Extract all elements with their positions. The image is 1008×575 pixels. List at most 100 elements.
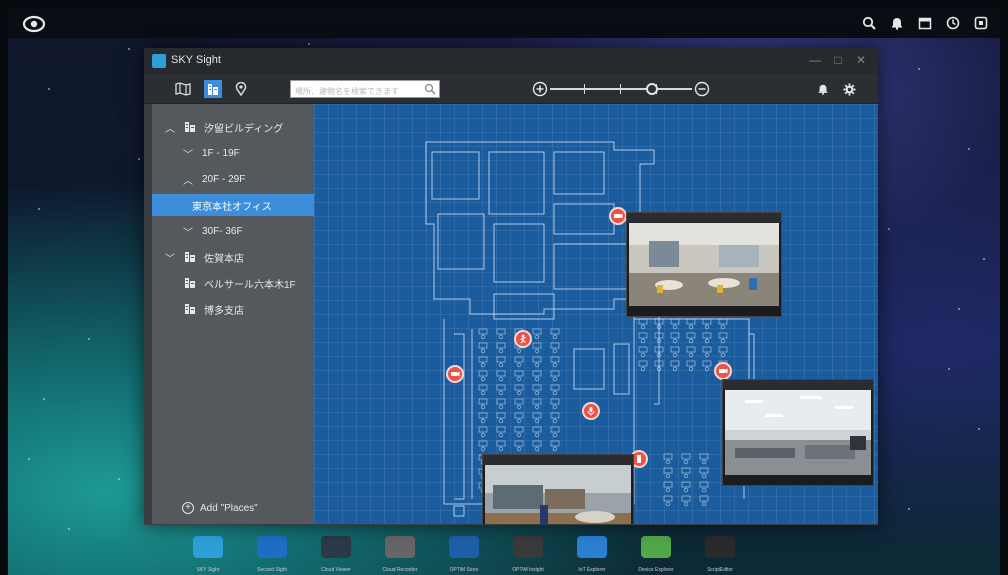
calendar-icon[interactable] <box>914 12 936 34</box>
camera-feed-image <box>629 223 779 306</box>
dock-app-icon <box>385 536 415 558</box>
tree-item[interactable]: ﹀ 30F- 36F <box>152 220 314 242</box>
chevron-up-icon[interactable]: ︿ <box>182 172 194 187</box>
dock-item[interactable]: Cloud Recorder <box>370 536 430 573</box>
add-places-button[interactable]: + Add "Places" <box>182 502 258 514</box>
search-icon[interactable] <box>424 83 436 95</box>
camera-feed-window[interactable] <box>722 379 874 486</box>
dock-item-label: IoT Explorer <box>578 567 606 573</box>
map-view-icon[interactable] <box>174 80 192 98</box>
tree-item-label: ベルサール六本木1F <box>204 279 296 291</box>
person-pin-icon[interactable] <box>514 330 532 348</box>
dock-item-label: SKY Sight <box>196 567 220 573</box>
building-view-icon[interactable] <box>204 80 222 98</box>
dock-app-icon <box>577 536 607 558</box>
tree-item-label: 汐留ビルディング <box>204 123 284 135</box>
dock-app-icon <box>513 536 543 558</box>
cloud-logo-icon[interactable] <box>22 13 46 33</box>
chevron-up-icon[interactable]: ︿ <box>164 120 176 135</box>
window-titlebar[interactable]: SKY Sight — □ ✕ <box>144 48 878 74</box>
star <box>28 458 30 460</box>
tree-item[interactable]: 博多支店 <box>152 298 314 320</box>
star <box>948 368 950 370</box>
sky-sight-window: SKY Sight — □ ✕ 場所、建物名を検索できます ︿ 汐留ビルディング… <box>144 48 878 525</box>
dock-app-icon <box>321 536 351 558</box>
dock-item-label: Second Sight <box>257 567 287 573</box>
camera-feed-controls[interactable] <box>723 475 873 485</box>
zoom-control <box>532 80 712 98</box>
microphone-pin-icon[interactable] <box>582 402 600 420</box>
dock-item-label: OPTiM Store <box>449 567 479 573</box>
close-icon[interactable]: ✕ <box>854 53 868 67</box>
tree-item[interactable]: ︿ 汐留ビルディング <box>152 116 314 138</box>
search-icon[interactable] <box>858 12 880 34</box>
dock-item[interactable]: Second Sight <box>242 536 302 573</box>
zoom-tick <box>620 84 621 94</box>
dock-item-label: Cloud Recorder <box>382 567 418 573</box>
chevron-down-icon[interactable]: ﹀ <box>182 146 194 161</box>
star <box>48 88 50 90</box>
place-search-input[interactable] <box>291 83 419 100</box>
dock-item-label: ScriptEditor <box>707 567 733 573</box>
camera-pin-icon[interactable] <box>714 362 732 380</box>
camera-feed-header <box>627 213 781 223</box>
dock-item[interactable]: Cloud Viewer <box>306 536 366 573</box>
building-icon <box>185 278 195 288</box>
dock-item-label: Device Explorer <box>638 567 674 573</box>
chevron-down-icon[interactable]: ﹀ <box>164 250 176 265</box>
dock-item[interactable]: OPTiM Insight <box>498 536 558 573</box>
tree-item[interactable]: ベルサール六本木1F <box>152 272 314 294</box>
star <box>918 68 920 70</box>
camera-pin-icon[interactable] <box>609 207 627 225</box>
clock-icon[interactable] <box>942 12 964 34</box>
camera-feed-image <box>485 465 631 524</box>
dock-app-icon <box>705 536 735 558</box>
dock-item[interactable]: ScriptEditor <box>690 536 750 573</box>
star <box>88 338 90 340</box>
floor-map[interactable] <box>314 104 878 524</box>
window-title: SKY Sight <box>171 54 221 66</box>
star <box>68 528 70 530</box>
star <box>128 48 130 50</box>
tree-item[interactable]: ︿ 20F - 29F <box>152 168 314 190</box>
star <box>908 508 910 510</box>
dock-item[interactable]: SKY Sight <box>178 536 238 573</box>
dock-item[interactable]: Device Explorer <box>626 536 686 573</box>
zoom-out-icon[interactable] <box>694 81 710 97</box>
building-icon <box>185 122 195 132</box>
sky-sight-app-icon <box>152 54 166 68</box>
building-icon <box>185 304 195 314</box>
star <box>138 158 140 160</box>
tree-item[interactable]: ﹀ 1F - 19F <box>152 142 314 164</box>
tree-item[interactable]: 東京本社オフィス <box>152 194 314 216</box>
tree-item-label: 博多支店 <box>204 305 244 317</box>
zoom-slider-track[interactable] <box>550 88 692 90</box>
camera-feed-controls[interactable] <box>627 306 781 316</box>
location-pin-icon[interactable] <box>232 80 250 98</box>
gear-icon[interactable] <box>840 80 858 98</box>
camera-feed-window[interactable] <box>482 454 634 524</box>
window-toolbar <box>144 74 878 104</box>
camera-feed-header <box>723 380 873 390</box>
zoom-tick <box>584 84 585 94</box>
add-places-label: Add "Places" <box>200 502 258 514</box>
camera-feed-window[interactable] <box>626 212 782 317</box>
maximize-icon[interactable]: □ <box>831 53 845 67</box>
tree-item[interactable]: ﹀ 佐賀本店 <box>152 246 314 268</box>
star <box>888 228 890 230</box>
minimize-icon[interactable]: — <box>808 53 822 67</box>
star <box>43 398 45 400</box>
dock-item[interactable]: IoT Explorer <box>562 536 622 573</box>
bell-icon[interactable] <box>886 12 908 34</box>
star <box>118 478 120 480</box>
zoom-in-icon[interactable] <box>532 81 548 97</box>
dock-item[interactable]: OPTiM Store <box>434 536 494 573</box>
star <box>38 208 40 210</box>
chevron-down-icon[interactable]: ﹀ <box>182 224 194 239</box>
tree-item-label: 東京本社オフィス <box>192 201 272 213</box>
star <box>958 308 960 310</box>
camera-pin-icon[interactable] <box>446 365 464 383</box>
power-icon[interactable] <box>970 12 992 34</box>
bell-icon[interactable] <box>814 80 832 98</box>
building-icon <box>185 252 195 262</box>
